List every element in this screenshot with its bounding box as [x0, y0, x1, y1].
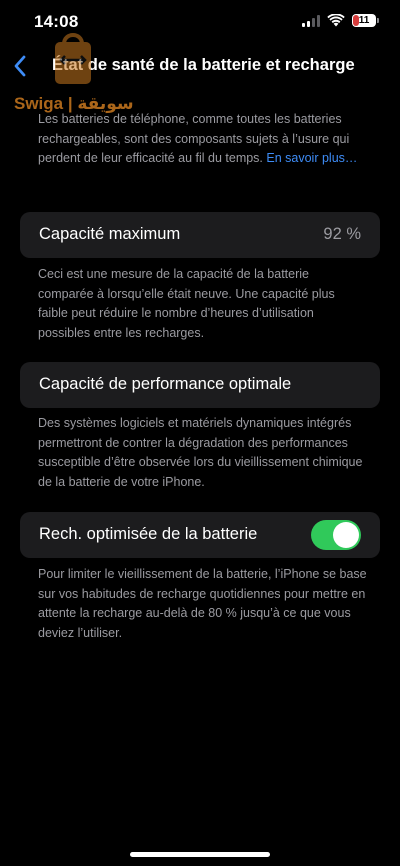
shopping-bag-logo-icon — [55, 33, 91, 84]
optimized-charging-row: Rech. optimisée de la batterie — [20, 512, 380, 558]
home-indicator[interactable] — [130, 852, 270, 857]
max-capacity-description: Ceci est une mesure de la capacité de la… — [38, 267, 335, 340]
max-capacity-value: 92 % — [323, 225, 361, 243]
peak-performance-description: Des systèmes logiciels et matériels dyna… — [38, 416, 363, 489]
learn-more-link[interactable]: En savoir plus… — [266, 151, 357, 165]
max-capacity-row: Capacité maximum 92 % — [20, 212, 380, 258]
optimized-charging-label: Rech. optimisée de la batterie — [39, 525, 258, 543]
status-icons: 11 — [302, 14, 379, 27]
wifi-icon — [327, 14, 345, 27]
peak-performance-label: Capacité de performance optimale — [39, 375, 292, 393]
watermark: Swiga | سويقة — [14, 26, 134, 114]
optimized-charging-toggle[interactable] — [311, 520, 361, 550]
battery-icon: 11 — [352, 14, 379, 27]
peak-performance-row: Capacité de performance optimale — [20, 362, 380, 408]
battery-percentage: 11 — [358, 15, 370, 26]
max-capacity-label: Capacité maximum — [39, 225, 181, 243]
intro-description: Les batteries de téléphone, comme toutes… — [38, 110, 368, 169]
toggle-knob — [333, 522, 359, 548]
cellular-signal-icon — [302, 14, 320, 27]
optimized-charging-description: Pour limiter le vieillissement de la bat… — [38, 567, 367, 640]
